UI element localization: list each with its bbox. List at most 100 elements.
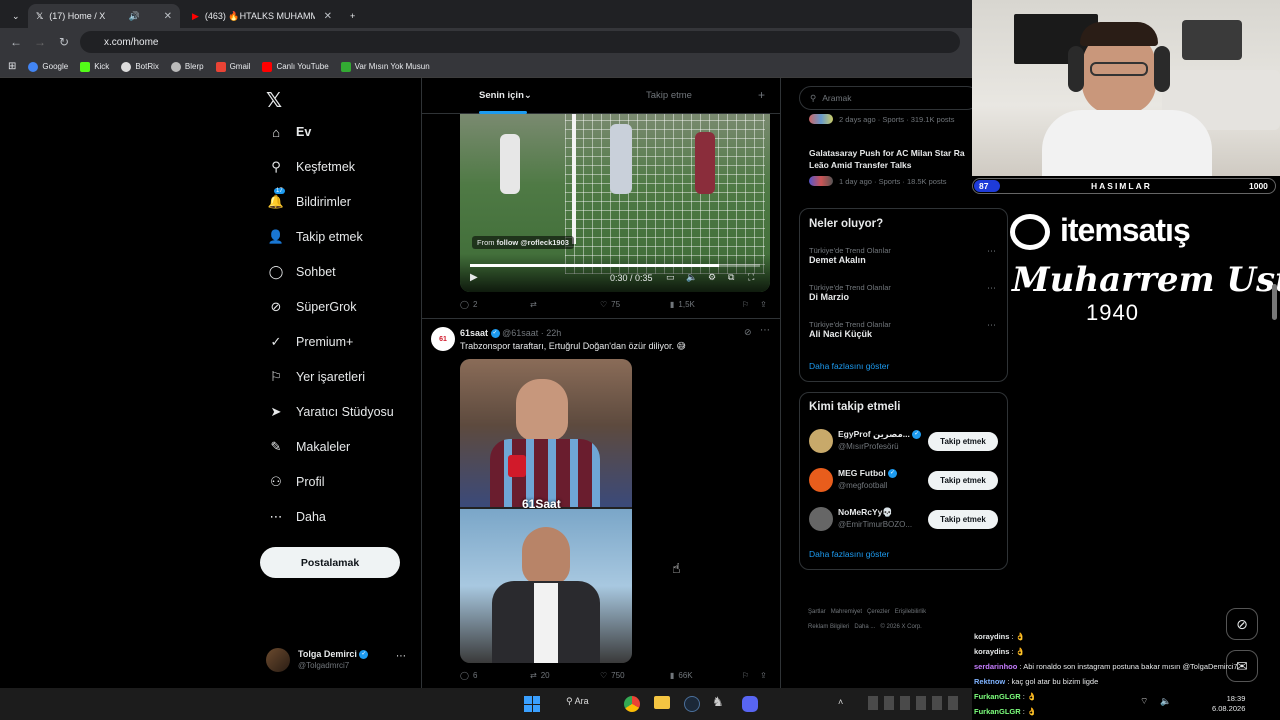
file-explorer-icon[interactable] <box>654 696 670 709</box>
bookmark-botrix[interactable]: BotRix <box>121 61 159 72</box>
share-button[interactable]: ⇪ <box>760 300 767 309</box>
volume-icon[interactable]: 🔈 <box>686 272 697 283</box>
bookmark-youtube[interactable]: Canlı YouTube <box>262 61 329 72</box>
new-tab-button[interactable]: + <box>342 4 362 28</box>
footer-link[interactable]: Mahremiyet <box>831 609 862 615</box>
bookmark-kick[interactable]: Kick <box>80 61 109 72</box>
nav-profile[interactable]: ⚇ Profil <box>268 474 324 490</box>
repost-button[interactable]: ⇄ 20 <box>530 671 550 680</box>
show-more-link[interactable]: Daha fazlasını göster <box>809 549 889 559</box>
captions-icon[interactable]: ▭ <box>666 272 675 283</box>
views-button[interactable]: ▮ 66K <box>670 671 693 680</box>
nav-notifications[interactable]: 🔔 17 Bildirimler <box>268 188 351 210</box>
nav-chat[interactable]: ◯ Sohbet <box>268 264 336 280</box>
game-icon[interactable]: ♞ <box>712 694 724 710</box>
reply-button[interactable]: ◯ 2 <box>460 300 477 309</box>
network-icon[interactable]: ⌔ <box>1140 696 1148 707</box>
follow-button[interactable]: Takip etmek <box>928 432 998 451</box>
bookmark-button[interactable]: ⚐ <box>742 300 749 309</box>
discord-icon[interactable] <box>742 696 758 712</box>
more-icon[interactable]: ⋯ <box>396 651 406 662</box>
nav-follow[interactable]: 👤 Takip etmek <box>268 229 363 245</box>
apps-grid-icon[interactable]: ⊞ <box>8 61 16 72</box>
video-progress-track[interactable] <box>470 264 760 267</box>
chevron-up-icon[interactable]: ˄ <box>838 697 843 707</box>
nav-bookmarks[interactable]: ⚐ Yer işaretleri <box>268 369 365 385</box>
post-image[interactable]: 61Saat <box>460 359 632 663</box>
follow-button[interactable]: Takip etmek <box>928 471 998 490</box>
avatar[interactable]: 61 <box>431 327 455 351</box>
bookmark-var-misin[interactable]: Var Mısın Yok Musun <box>340 61 430 72</box>
author-handle[interactable]: @61saat <box>502 328 538 338</box>
tab-for-you[interactable]: Senin için⌄ <box>479 90 532 101</box>
fullscreen-icon[interactable]: ⛶ <box>748 272 754 283</box>
x-logo-icon[interactable]: 𝕏 <box>266 88 282 113</box>
forward-icon[interactable]: → <box>28 35 52 49</box>
tab-following[interactable]: Takip etme <box>646 90 692 101</box>
nav-articles[interactable]: ✎ Makaleler <box>268 439 351 455</box>
chrome-icon[interactable] <box>624 696 640 712</box>
close-tab-icon[interactable]: ✕ <box>324 11 332 22</box>
footer-link[interactable]: Daha ... <box>854 624 875 630</box>
add-tab-icon[interactable]: + <box>758 88 765 102</box>
tab-search-button[interactable]: ⌄ <box>4 4 24 28</box>
bookmark-google[interactable]: Google <box>28 61 68 72</box>
bookmark-gmail[interactable]: Gmail <box>215 61 250 72</box>
like-button[interactable]: ♡ 750 <box>600 671 625 680</box>
more-icon[interactable]: ⋯ <box>987 283 996 294</box>
nav-creator-studio[interactable]: ➤ Yaratıcı Stüdyosu <box>268 404 394 420</box>
trend-item[interactable]: Türkiye'de Trend Olanlar Ali Naci Küçük … <box>809 320 999 339</box>
play-icon[interactable]: ▶ <box>470 272 478 283</box>
settings-icon[interactable]: ⚙ <box>708 272 716 283</box>
grok-icon[interactable]: ⊘ <box>744 327 752 338</box>
bookmark-blerp[interactable]: Blerp <box>170 61 204 72</box>
like-button[interactable]: ♡ 75 <box>600 300 620 309</box>
show-more-link[interactable]: Daha fazlasını göster <box>809 361 889 371</box>
nav-home[interactable]: ⌂ Ev <box>268 124 311 140</box>
news-item[interactable]: 1 day ago · Sports · 18.5K posts <box>809 176 979 186</box>
reply-button[interactable]: ◯ 6 <box>460 671 477 680</box>
more-icon[interactable]: ⋯ <box>987 320 996 331</box>
suggested-account[interactable]: EgyProf مصرين... ✓ @MısırProfesörü Takip… <box>809 429 999 457</box>
reload-icon[interactable]: ↻ <box>52 35 76 49</box>
follow-button[interactable]: Takip etmek <box>928 510 998 529</box>
footer-link[interactable]: Çerezler <box>867 609 890 615</box>
video-player[interactable]: From follow @rofleck1903 ▶ 0:30 / 0:35 ▭… <box>460 114 770 292</box>
suggested-account[interactable]: NoMeRcYy💀 @EmirTimurBOZO... Takip etmek <box>809 507 999 535</box>
volume-icon[interactable]: 🔈 <box>1160 696 1171 707</box>
back-icon[interactable]: ← <box>4 35 28 49</box>
nav-more[interactable]: ⋯ Daha <box>268 509 326 525</box>
repost-button[interactable]: ⇄ <box>530 300 537 309</box>
footer-link[interactable]: Reklam Bilgileri <box>808 624 849 630</box>
search-input[interactable]: ⚲ Aramak <box>799 86 979 110</box>
suggested-account[interactable]: MEG Futbol ✓ @megfootball Takip etmek <box>809 468 999 496</box>
tab-youtube[interactable]: ▶ (463) 🔥HTALKS MUHAMMED ✕ <box>184 4 340 28</box>
author-name[interactable]: 61saat <box>460 328 488 338</box>
footer-link[interactable]: Erişilebilirlik <box>895 609 926 615</box>
trend-item[interactable]: Türkiye'de Trend Olanlar Demet Akalın ⋯ <box>809 246 999 265</box>
views-button[interactable]: ▮ 1,5K <box>670 300 695 309</box>
trend-item[interactable]: Türkiye'de Trend Olanlar Di Marzio ⋯ <box>809 283 999 302</box>
speaker-icon[interactable]: 🔊 <box>129 11 140 22</box>
footer-link[interactable]: Şartlar <box>808 609 826 615</box>
picture-in-picture-icon[interactable]: ⧉ <box>728 272 734 283</box>
windows-start-icon[interactable] <box>524 696 540 712</box>
system-tray-icons[interactable] <box>868 696 964 710</box>
account-switcher[interactable]: Tolga Demirci ✓ @Tolgadmrci7 ⋯ <box>266 648 410 676</box>
share-button[interactable]: ⇪ <box>760 671 767 680</box>
post-button[interactable]: Postalamak <box>260 547 400 578</box>
news-title[interactable]: Galatasaray Push for AC Milan Star Ra Le… <box>809 147 979 171</box>
bookmark-button[interactable]: ⚐ <box>742 671 749 680</box>
tab-x-home[interactable]: 𝕏 (17) Home / X 🔊 ✕ <box>28 4 180 28</box>
close-tab-icon[interactable]: ✕ <box>164 11 172 22</box>
scrollbar-thumb[interactable] <box>1272 284 1277 320</box>
news-item[interactable]: 2 days ago · Sports · 319.1K posts <box>809 114 979 124</box>
url-field[interactable]: x.com/home <box>80 31 960 53</box>
taskbar-search[interactable]: ⚲ Ara <box>566 696 589 707</box>
more-icon[interactable]: ⋯ <box>760 325 770 336</box>
nav-supergrok[interactable]: ⊘ SüperGrok <box>268 299 357 315</box>
clock[interactable]: 18:39 6.08.2026 <box>1212 694 1245 714</box>
nav-premium[interactable]: ✓ Premium+ <box>268 334 354 350</box>
steam-icon[interactable] <box>684 696 700 712</box>
nav-explore[interactable]: ⚲ Keşfetmek <box>268 159 355 175</box>
